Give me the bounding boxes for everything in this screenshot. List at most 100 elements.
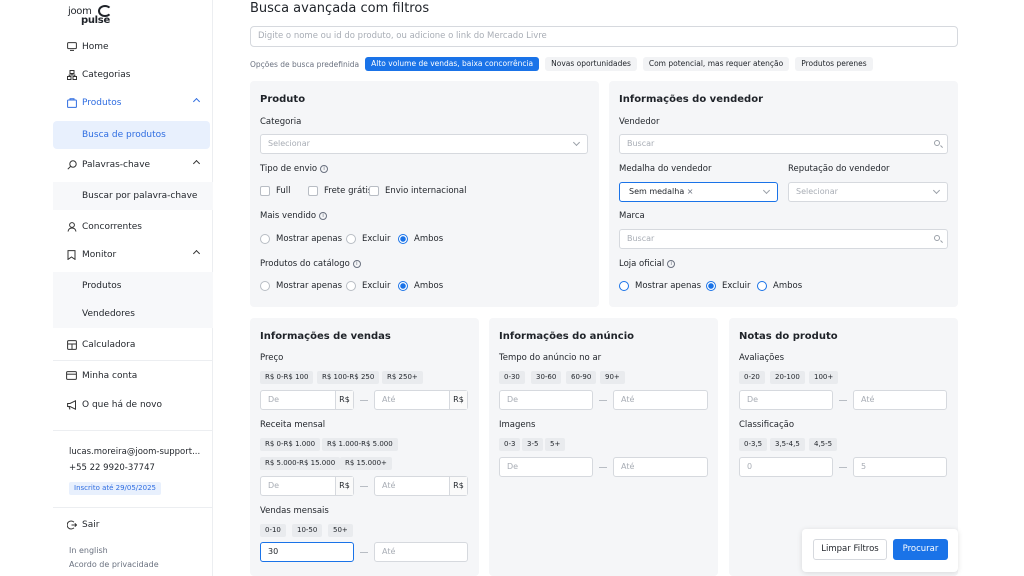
preco-chip[interactable]: R$ 0-R$ 100 [260,371,314,384]
preset-chip-potencial[interactable]: Com potencial, mas requer atenção [642,57,790,71]
vendas-chip[interactable]: 0-10 [260,524,286,537]
classificacao-chip[interactable]: 3,5-4,5 [770,438,805,451]
clear-filters-button[interactable]: Limpar Filtros [813,539,887,560]
avaliacoes-chip[interactable]: 20-100 [770,371,805,384]
radio-loja-excluir[interactable]: Excluir [706,281,751,291]
info-icon[interactable]: i [352,259,361,268]
radio-circle-selected[interactable] [398,234,408,244]
avaliacoes-chip[interactable]: 0-20 [739,371,765,384]
sidebar-subitem-monitor-produtos[interactable]: Produtos [53,272,213,300]
classificacao-chip[interactable]: 0-3,5 [739,438,768,451]
receita-de-input[interactable]: De R$ [260,476,354,496]
receita-chip[interactable]: R$ 15.000+ [340,457,392,470]
sidebar-item-novidades[interactable]: O que há de novo [53,392,213,418]
checkbox-box[interactable] [369,186,379,196]
preco-ate-input[interactable]: Até R$ [374,390,468,410]
close-icon[interactable]: × [687,187,694,196]
receita-chip[interactable]: R$ 5.000-R$ 15.000 [260,457,341,470]
classificacao-chip[interactable]: 4,5-5 [809,438,838,451]
radio-circle[interactable] [346,281,356,291]
radio-cat-excluir[interactable]: Excluir [346,281,391,291]
radio-cat-ambos[interactable]: Ambos [398,281,443,291]
avaliacoes-de-input[interactable]: De [739,390,833,410]
imagens-chip[interactable]: 0-3 [499,438,521,451]
label-receita: Receita mensal [260,420,326,430]
radio-label: Ambos [414,234,444,244]
info-icon[interactable]: i [320,164,329,173]
radio-circle[interactable] [260,234,270,244]
privacy-link[interactable]: Acordo de privacidade [69,560,159,569]
categoria-select[interactable]: Selecionar [260,134,588,154]
radio-circle-selected[interactable] [706,281,716,291]
preset-chip-alto-volume[interactable]: Alto volume de vendas, baixa concorrênci… [365,57,540,71]
receita-ate-input[interactable]: Até R$ [374,476,468,496]
imagens-de-input[interactable]: De [499,457,593,477]
info-icon[interactable]: i [667,259,676,268]
tempo-de-input[interactable]: De [499,390,593,410]
sidebar-item-categorias[interactable]: Categorias [53,62,213,88]
radio-circle[interactable] [619,281,629,291]
radio-mv-ambos[interactable]: Ambos [398,234,443,244]
vendas-ate-input[interactable]: Até [374,542,468,562]
checkbox-internacional[interactable]: Envio internacional [369,186,467,196]
sidebar-item-palavras-chave[interactable]: Palavras-chave [53,152,213,178]
sidebar-item-produtos[interactable]: Produtos [53,90,213,116]
classificacao-ate-input[interactable]: 5 [853,457,947,477]
tempo-ate-input[interactable]: Até [613,390,708,410]
tempo-chip[interactable]: 0-30 [499,371,525,384]
chevron-up-icon[interactable] [192,97,201,106]
vendas-de-input[interactable]: 30 [260,542,354,562]
receita-chip[interactable]: R$ 0-R$ 1.000 [260,438,321,451]
avaliacoes-chip[interactable]: 100+ [809,371,839,384]
sidebar-subitem-buscar-palavra[interactable]: Buscar por palavra-chave [53,182,213,210]
vendas-chip[interactable]: 10-50 [292,524,323,537]
sidebar-item-sair[interactable]: Sair [53,512,213,538]
radio-mv-excluir[interactable]: Excluir [346,234,391,244]
sidebar-item-monitor[interactable]: Monitor [53,242,213,268]
radio-cat-mostrar[interactable]: Mostrar apenas [260,281,342,291]
preco-chip[interactable]: R$ 250+ [382,371,423,384]
preco-chip[interactable]: R$ 100-R$ 250 [317,371,380,384]
avaliacoes-ate-input[interactable]: Até [853,390,947,410]
checkbox-box[interactable] [308,186,318,196]
vendedor-search[interactable]: Buscar [619,134,948,154]
radio-loja-mostrar[interactable]: Mostrar apenas [619,281,701,291]
imagens-chip[interactable]: 3-5 [522,438,544,451]
preset-chip-perenes[interactable]: Produtos perenes [795,57,873,71]
preset-chip-novas[interactable]: Novas oportunidades [545,57,637,71]
sidebar-item-concorrentes[interactable]: Concorrentes [53,214,213,240]
marca-search[interactable]: Buscar [619,229,948,249]
tempo-chip[interactable]: 30-60 [531,371,562,384]
imagens-ate-input[interactable]: Até [613,457,708,477]
radio-circle[interactable] [260,281,270,291]
radio-circle[interactable] [346,234,356,244]
checkbox-frete[interactable]: Frete grátis [308,186,372,196]
search-button[interactable]: Procurar [893,539,948,560]
imagens-chip[interactable]: 5+ [545,438,566,451]
search-input[interactable]: Digite o nome ou id do produto, ou adici… [250,26,958,47]
receita-chip[interactable]: R$ 1.000-R$ 5.000 [322,438,398,451]
radio-circle-selected[interactable] [398,281,408,291]
tempo-chip[interactable]: 60-90 [566,371,597,384]
reputacao-select[interactable]: Selecionar [788,182,948,202]
preco-de-input[interactable]: De R$ [260,390,354,410]
language-link[interactable]: In english [69,546,108,555]
radio-circle[interactable] [757,281,767,291]
sidebar-item-minha-conta[interactable]: Minha conta [53,363,213,389]
sidebar-item-home[interactable]: Home [53,34,213,60]
classificacao-de-input[interactable]: 0 [739,457,833,477]
chevron-up-icon[interactable] [192,159,201,168]
sidebar-item-calculadora[interactable]: Calculadora [53,332,213,358]
sidebar-subitem-busca-produtos[interactable]: Busca de produtos [53,121,210,149]
joom-pulse-logo[interactable]: joom pulse [68,5,114,27]
checkbox-full[interactable]: Full [260,186,291,196]
checkbox-box[interactable] [260,186,270,196]
radio-mv-mostrar[interactable]: Mostrar apenas [260,234,342,244]
medalha-select[interactable]: Sem medalha × [619,182,778,202]
vendas-chip[interactable]: 50+ [328,524,353,537]
sidebar-subitem-monitor-vendedores[interactable]: Vendedores [53,300,213,328]
chevron-up-icon[interactable] [192,249,201,258]
radio-loja-ambos[interactable]: Ambos [757,281,802,291]
info-icon[interactable]: i [319,211,328,220]
tempo-chip[interactable]: 90+ [600,371,625,384]
